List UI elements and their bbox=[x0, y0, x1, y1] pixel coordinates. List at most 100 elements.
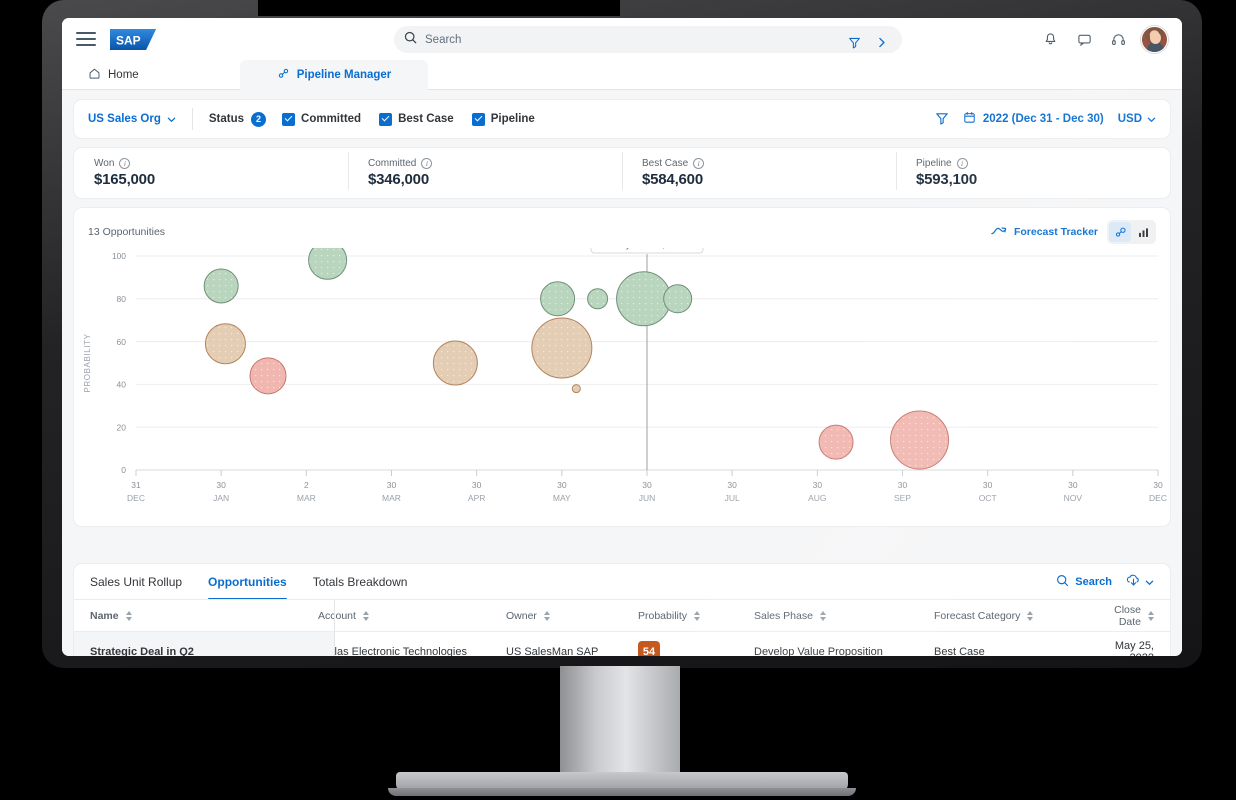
tab-totals-breakdown[interactable]: Totals Breakdown bbox=[313, 564, 408, 600]
column-label-account: Account bbox=[318, 610, 356, 622]
column-header-account[interactable]: Account bbox=[318, 610, 506, 622]
bubble-point[interactable] bbox=[616, 271, 672, 327]
date-range-label: 2022 (Dec 31 - Dec 30) bbox=[982, 113, 1104, 125]
monitor-stand-neck bbox=[560, 666, 680, 776]
status-label: Status bbox=[208, 113, 245, 125]
checkbox-box-best-case[interactable] bbox=[379, 112, 393, 126]
bubble-plot: 0 20 40 60 80 100 PROBABILITY 31 DEC 30 JAN 2 MAR 30 M… bbox=[74, 248, 1170, 526]
cell-owner: US SalesMan SAP bbox=[506, 646, 599, 656]
shell-tabs: Home Pipeline Manager bbox=[62, 60, 1182, 90]
bubble-plot-svg[interactable]: 0 20 40 60 80 100 PROBABILITY 31 DEC 30 JAN 2 MAR 30 M… bbox=[74, 248, 1170, 526]
tab-opportunities[interactable]: Opportunities bbox=[208, 564, 287, 600]
bubble-point[interactable] bbox=[308, 248, 348, 280]
checkbox-committed[interactable]: Committed bbox=[282, 112, 362, 126]
bubble-point[interactable] bbox=[663, 284, 693, 314]
x-axis-tick-month: DEC bbox=[1149, 493, 1167, 503]
filter-icon[interactable] bbox=[843, 31, 865, 53]
opportunity-count: 13 Opportunities bbox=[88, 226, 166, 238]
chevron-right-icon[interactable] bbox=[870, 31, 892, 53]
hamburger-menu-icon[interactable] bbox=[76, 32, 96, 46]
column-header-probability[interactable]: Probability bbox=[638, 610, 754, 622]
sort-icon[interactable] bbox=[819, 611, 826, 621]
x-axis-tick-day: 30 bbox=[387, 480, 397, 490]
sales-org-selector[interactable]: US Sales Org bbox=[88, 113, 192, 125]
bubble-point[interactable] bbox=[432, 340, 478, 386]
chevron-down-icon bbox=[167, 117, 176, 122]
y-axis-tick-label: 80 bbox=[117, 294, 127, 304]
sort-icon[interactable] bbox=[362, 611, 369, 621]
currency-selector[interactable]: USD bbox=[1118, 113, 1156, 125]
filter-bar: US Sales Org Status 2 Committed Best Cas… bbox=[74, 100, 1170, 138]
column-header-sales-phase[interactable]: Sales Phase bbox=[754, 610, 934, 622]
forecast-tracker-button[interactable]: Forecast Tracker bbox=[991, 225, 1098, 240]
bubble-point[interactable] bbox=[204, 323, 246, 365]
divider bbox=[191, 108, 193, 130]
checkbox-best-case[interactable]: Best Case bbox=[379, 112, 454, 126]
chart-header: 13 Opportunities Forecast Tracker bbox=[88, 220, 1156, 244]
bubble-point[interactable] bbox=[587, 288, 609, 310]
kpi-best-case-label: Best Case bbox=[642, 158, 689, 169]
column-header-owner[interactable]: Owner bbox=[506, 610, 638, 622]
table-search-button[interactable]: Search bbox=[1056, 574, 1112, 590]
filter-icon[interactable] bbox=[935, 111, 949, 128]
x-axis-tick-day: 30 bbox=[1153, 480, 1163, 490]
bubble-chart-card: 13 Opportunities Forecast Tracker 0 20 4… bbox=[74, 208, 1170, 526]
sort-icon[interactable] bbox=[125, 611, 132, 621]
global-search-box[interactable]: Search bbox=[394, 26, 902, 53]
info-icon[interactable]: i bbox=[956, 158, 968, 169]
table-row[interactable]: Strategic Deal in Q2 Dallas Electronic T… bbox=[74, 632, 1170, 656]
bezel-shadow bbox=[1210, 0, 1236, 668]
checkbox-box-committed[interactable] bbox=[282, 112, 296, 126]
sort-icon[interactable] bbox=[694, 611, 701, 621]
kpi-won: Won i $165,000 bbox=[74, 158, 348, 188]
checkbox-box-pipeline[interactable] bbox=[471, 112, 485, 126]
info-icon[interactable]: i bbox=[119, 158, 131, 169]
cell-account: Dallas Electronic Technologies bbox=[318, 646, 467, 656]
bubble-point[interactable] bbox=[571, 384, 581, 394]
sort-icon[interactable] bbox=[1027, 611, 1034, 621]
bubble-point[interactable] bbox=[818, 424, 854, 460]
screen: SAP Search Home Pipeline Manager US Sale… bbox=[62, 18, 1182, 656]
x-axis-tick-day: 30 bbox=[642, 480, 652, 490]
bar-chart-icon[interactable] bbox=[1132, 222, 1154, 242]
checkbox-pipeline[interactable]: Pipeline bbox=[471, 112, 535, 126]
info-icon[interactable]: i bbox=[693, 158, 705, 169]
message-icon[interactable] bbox=[1073, 28, 1095, 50]
x-axis-tick-day: 2 bbox=[304, 480, 309, 490]
tab-home-label: Home bbox=[108, 69, 139, 81]
tab-pipeline-manager-label: Pipeline Manager bbox=[296, 69, 392, 81]
sort-icon[interactable] bbox=[543, 611, 550, 621]
tab-sales-unit-rollup[interactable]: Sales Unit Rollup bbox=[90, 564, 182, 600]
bubble-point[interactable] bbox=[249, 357, 287, 395]
column-header-close-date[interactable]: Close Date bbox=[1094, 604, 1154, 628]
checkbox-label-committed: Committed bbox=[301, 113, 362, 125]
bubble-point[interactable] bbox=[540, 281, 576, 317]
sort-icon[interactable] bbox=[1148, 611, 1154, 621]
info-icon[interactable]: i bbox=[421, 158, 433, 169]
search-icon bbox=[1056, 574, 1069, 590]
column-header-forecast-category[interactable]: Forecast Category bbox=[934, 610, 1094, 622]
notifications-bell-icon[interactable] bbox=[1039, 28, 1061, 50]
bubble-point[interactable] bbox=[531, 317, 593, 379]
tab-home[interactable]: Home bbox=[72, 60, 240, 90]
kpi-committed: Committed i $346,000 bbox=[348, 152, 622, 190]
kpi-best-case: Best Case i $584,600 bbox=[622, 152, 896, 190]
x-axis-tick-day: 30 bbox=[557, 480, 567, 490]
headset-support-icon[interactable] bbox=[1107, 28, 1129, 50]
y-axis-tick-label: 0 bbox=[121, 465, 126, 475]
bubble-chart-icon[interactable] bbox=[1109, 222, 1131, 242]
chevron-down-icon bbox=[1145, 580, 1154, 585]
x-axis-tick-day: 30 bbox=[472, 480, 482, 490]
x-axis-tick-day: 31 bbox=[131, 480, 141, 490]
export-button[interactable] bbox=[1126, 573, 1154, 592]
tab-pipeline-manager[interactable]: Pipeline Manager bbox=[240, 60, 428, 90]
avatar[interactable] bbox=[1141, 25, 1168, 53]
opportunities-table-card: Sales Unit Rollup Opportunities Totals B… bbox=[74, 564, 1170, 656]
date-range-selector[interactable]: 2022 (Dec 31 - Dec 30) bbox=[963, 111, 1104, 127]
bubble-point[interactable] bbox=[203, 268, 239, 304]
global-search-input[interactable]: Search bbox=[425, 34, 461, 46]
x-axis-tick-month: OCT bbox=[979, 493, 997, 503]
column-header-name[interactable]: Name bbox=[90, 610, 318, 622]
bubble-point[interactable] bbox=[890, 410, 950, 470]
kpi-won-value: $165,000 bbox=[94, 171, 155, 188]
